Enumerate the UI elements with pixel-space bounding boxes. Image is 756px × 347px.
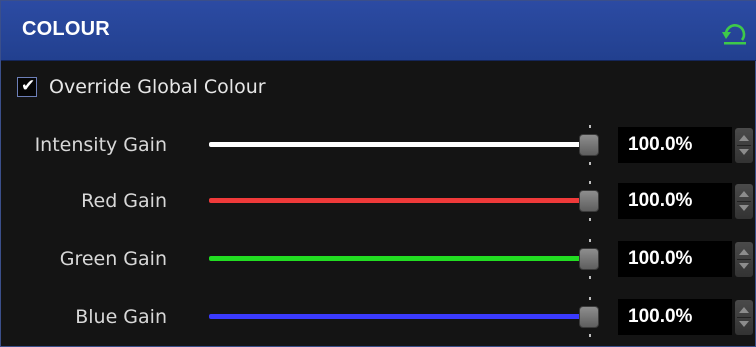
value-spinner[interactable] xyxy=(735,242,753,277)
slider-thumb[interactable] xyxy=(579,248,599,270)
slider-thumb[interactable] xyxy=(579,306,599,328)
slider-label: Red Gain xyxy=(81,190,167,212)
value-field[interactable]: 100.0% xyxy=(618,241,732,277)
spin-down-arrow-icon[interactable] xyxy=(739,321,749,327)
checkmark-icon: ✔ xyxy=(21,76,36,96)
spin-up-arrow-icon[interactable] xyxy=(739,307,749,313)
slider-tick-mark xyxy=(589,125,591,128)
override-label: Override Global Colour xyxy=(49,76,266,98)
value-spinner[interactable] xyxy=(735,300,753,335)
spinner-divider xyxy=(737,317,751,318)
slider-track[interactable] xyxy=(209,314,583,319)
spin-down-arrow-icon[interactable] xyxy=(739,149,749,155)
spinner-divider xyxy=(737,259,751,260)
slider-tick-mark xyxy=(589,218,591,221)
slider-row-intensity: Intensity Gain 100.0% xyxy=(1,117,756,173)
spinner-divider xyxy=(737,145,751,146)
value-text: 100.0% xyxy=(628,134,693,155)
value-spinner[interactable] xyxy=(735,128,753,163)
slider-tick-mark xyxy=(589,334,591,337)
panel-title: COLOUR xyxy=(22,18,110,40)
slider-tick-mark xyxy=(589,297,591,300)
value-field[interactable]: 100.0% xyxy=(618,299,732,335)
slider-tick-mark xyxy=(589,162,591,165)
slider-tick-mark xyxy=(589,276,591,279)
slider-row-red: Red Gain 100.0% xyxy=(1,173,756,229)
checkbox-box[interactable]: ✔ xyxy=(17,76,37,97)
spin-down-arrow-icon[interactable] xyxy=(739,263,749,269)
slider-thumb[interactable] xyxy=(579,190,599,212)
panel-header: COLOUR xyxy=(1,1,756,61)
slider-row-blue: Blue Gain 100.0% xyxy=(1,289,756,345)
slider-tick-mark xyxy=(589,181,591,184)
slider-track[interactable] xyxy=(209,142,583,147)
spinner-divider xyxy=(737,201,751,202)
value-field[interactable]: 100.0% xyxy=(618,127,732,163)
spin-up-arrow-icon[interactable] xyxy=(739,191,749,197)
colour-panel: COLOUR ✔ Override Global Colour Intensit… xyxy=(0,0,756,347)
spin-up-arrow-icon[interactable] xyxy=(739,135,749,141)
spin-up-arrow-icon[interactable] xyxy=(739,249,749,255)
value-text: 100.0% xyxy=(628,306,693,327)
value-text: 100.0% xyxy=(628,248,693,269)
value-spinner[interactable] xyxy=(735,184,753,219)
value-field[interactable]: 100.0% xyxy=(618,183,732,219)
slider-thumb[interactable] xyxy=(579,134,599,156)
slider-row-green: Green Gain 100.0% xyxy=(1,231,756,287)
slider-tick-mark xyxy=(589,239,591,242)
spin-down-arrow-icon[interactable] xyxy=(739,205,749,211)
slider-track[interactable] xyxy=(209,256,583,261)
slider-label: Intensity Gain xyxy=(34,134,167,156)
slider-label: Blue Gain xyxy=(75,306,167,328)
override-global-colour-checkbox[interactable]: ✔ Override Global Colour xyxy=(17,72,266,102)
slider-track[interactable] xyxy=(209,198,583,203)
reset-arrow-icon[interactable] xyxy=(721,20,751,46)
slider-label: Green Gain xyxy=(59,248,167,270)
value-text: 100.0% xyxy=(628,190,693,211)
